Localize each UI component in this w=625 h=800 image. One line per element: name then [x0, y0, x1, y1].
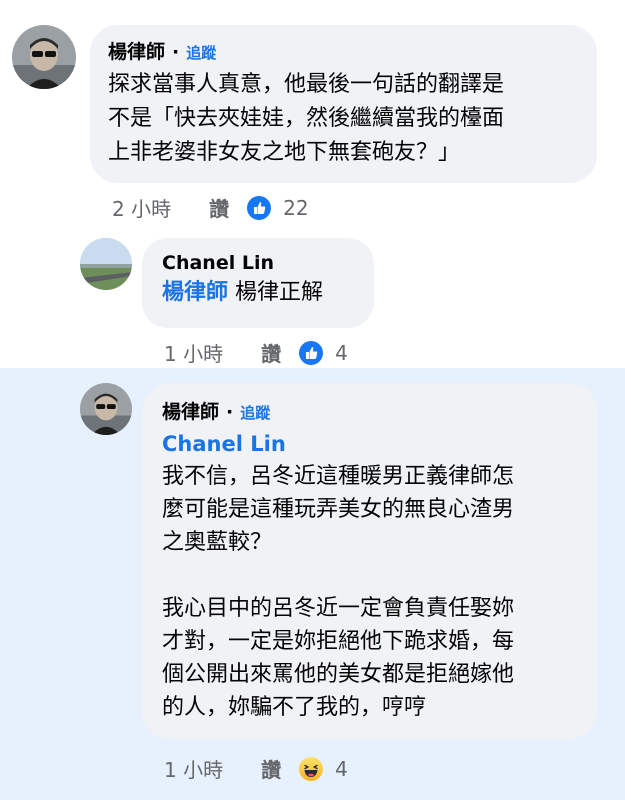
avatar[interactable] — [12, 25, 76, 89]
mention-link[interactable]: Chanel Lin — [162, 428, 581, 460]
comment-text: 探求當事人真意，他最後一句話的翻譯是 不是「快去夾娃娃，然後繼續當我的檯面 上非… — [108, 72, 505, 165]
comment-bubble: Chanel Lin 楊律師 楊律正解 — [142, 238, 374, 328]
follow-link[interactable]: 追蹤 — [240, 402, 270, 423]
avatar[interactable] — [80, 383, 132, 435]
like-button[interactable]: 讚 — [261, 754, 281, 783]
like-icon[interactable] — [247, 195, 272, 220]
reaction-count[interactable]: 4 — [335, 341, 348, 365]
avatar[interactable] — [80, 238, 132, 290]
avatar-image — [12, 25, 76, 89]
follow-link[interactable]: 追蹤 — [186, 42, 216, 63]
author-line: 楊律師 · 追蹤 — [162, 397, 581, 424]
comment-bubble: 楊律師 · 追蹤 Chanel Lin 我不信，呂冬近這種暖男正義律師怎 麼可能… — [142, 383, 597, 739]
separator-dot: · — [226, 401, 234, 423]
author-line: Chanel Lin — [162, 252, 356, 274]
author-name[interactable]: 楊律師 — [108, 37, 165, 64]
timestamp[interactable]: 2 小時 — [112, 193, 171, 222]
comment-meta: 2 小時 讚 22 — [112, 193, 309, 222]
like-button[interactable]: 讚 — [261, 338, 281, 367]
comment-meta: 1 小時 讚 4 — [164, 338, 348, 367]
separator-dot: · — [172, 41, 180, 63]
comment-bubble: 楊律師 · 追蹤 探求當事人真意，他最後一句話的翻譯是 不是「快去夾娃娃，然後繼… — [90, 25, 597, 183]
avatar-image — [80, 238, 132, 290]
reaction-count[interactable]: 4 — [335, 757, 348, 781]
comment-text-body: 楊律正解 — [228, 280, 324, 305]
mention-link[interactable]: 楊律師 — [162, 280, 228, 305]
avatar-image — [80, 383, 132, 435]
timestamp[interactable]: 1 小時 — [164, 338, 223, 367]
comment-meta: 1 小時 讚 4 — [164, 754, 348, 783]
timestamp[interactable]: 1 小時 — [164, 754, 223, 783]
like-icon[interactable] — [299, 340, 324, 365]
author-name[interactable]: 楊律師 — [162, 397, 219, 424]
haha-icon[interactable] — [299, 756, 324, 781]
like-button[interactable]: 讚 — [209, 193, 229, 222]
author-name[interactable]: Chanel Lin — [162, 252, 274, 274]
reaction-count[interactable]: 22 — [283, 196, 308, 220]
author-line: 楊律師 · 追蹤 — [108, 37, 581, 64]
comment-text: 我不信，呂冬近這種暖男正義律師怎 麼可能是這種玩弄美女的無良心渣男 之奧藍較？ … — [162, 464, 515, 720]
comment-text: 楊律師 楊律正解 — [162, 276, 356, 310]
